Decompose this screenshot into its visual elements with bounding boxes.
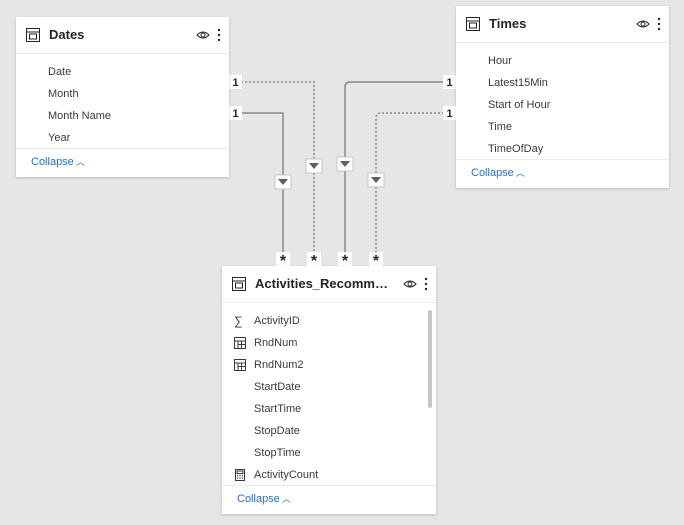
field-row[interactable]: Date xyxy=(16,61,229,83)
table-title: Activities_Recommen... xyxy=(255,276,395,291)
field-row[interactable]: StartDate xyxy=(222,376,436,398)
one-marker-text: 1 xyxy=(446,108,452,120)
field-label: Date xyxy=(48,66,72,78)
field-row[interactable]: Latest15Min xyxy=(456,72,669,94)
field-row[interactable]: Time xyxy=(456,116,669,138)
sigma-icon: ∑ xyxy=(234,314,243,328)
one-marker-text: 1 xyxy=(232,108,238,120)
one-marker: 1 xyxy=(443,75,456,89)
filter-direction-icon xyxy=(305,158,323,174)
eye-icon[interactable] xyxy=(635,15,651,33)
field-label: Month Name xyxy=(48,110,111,122)
field-row[interactable]: Start of Hour xyxy=(456,94,669,116)
field-list: Date Month Month Name Year xyxy=(16,61,229,149)
field-label: Month xyxy=(48,88,79,100)
calc-column-icon xyxy=(234,359,246,371)
card-footer: Collapse ︿ xyxy=(222,485,436,514)
table-icon xyxy=(466,17,480,31)
one-marker-text: 1 xyxy=(446,77,452,89)
more-options-icon[interactable] xyxy=(651,15,667,33)
eye-icon[interactable] xyxy=(195,26,211,44)
relationship-times-dotted[interactable] xyxy=(375,112,456,253)
field-label: TimeOfDay xyxy=(488,143,544,155)
field-list: Hour Latest15Min Start of Hour Time Time… xyxy=(456,50,669,160)
filter-direction-icon xyxy=(336,156,354,172)
chevron-up-icon: ︿ xyxy=(75,157,85,167)
calc-column-icon xyxy=(234,337,246,349)
field-row[interactable]: StopDate xyxy=(222,420,436,442)
eye-icon[interactable] xyxy=(402,275,418,293)
field-row[interactable]: Year xyxy=(16,127,229,149)
one-marker-text: 1 xyxy=(232,77,238,89)
field-label: StartTime xyxy=(254,403,302,415)
field-row[interactable]: ActivityCount xyxy=(222,464,436,486)
relationship-dates-solid[interactable] xyxy=(229,112,284,253)
collapse-label: Collapse xyxy=(237,493,280,505)
field-row[interactable]: StopTime xyxy=(222,442,436,464)
filter-direction-icon xyxy=(367,172,385,188)
card-footer: Collapse ︿ xyxy=(456,159,669,188)
collapse-link[interactable]: Collapse ︿ xyxy=(31,155,85,168)
chevron-up-icon: ︿ xyxy=(515,168,525,178)
calculator-icon xyxy=(235,469,245,481)
field-label: StopDate xyxy=(254,425,300,437)
field-label: RndNum xyxy=(254,337,298,349)
field-row[interactable]: Month xyxy=(16,83,229,105)
table-icon xyxy=(232,277,246,291)
field-label: ActivityCount xyxy=(254,469,319,481)
chevron-up-icon: ︿ xyxy=(281,494,291,504)
table-header[interactable]: Activities_Recommen... xyxy=(222,266,436,303)
filter-direction-icon xyxy=(274,174,292,190)
collapse-label: Collapse xyxy=(31,156,74,168)
field-row[interactable]: RndNum xyxy=(222,332,436,354)
table-title: Times xyxy=(489,16,527,31)
field-row[interactable]: Hour xyxy=(456,50,669,72)
table-card-activities[interactable]: Activities_Recommen... ∑ ActivityID RndN… xyxy=(222,266,436,514)
table-card-dates[interactable]: Dates Date Month Month Name Year Collaps… xyxy=(16,17,229,177)
scrollbar[interactable] xyxy=(428,310,432,408)
field-row[interactable]: StartTime xyxy=(222,398,436,420)
one-marker: 1 xyxy=(443,106,456,120)
field-label: Latest15Min xyxy=(488,77,548,89)
more-options-icon[interactable] xyxy=(211,26,227,44)
table-title: Dates xyxy=(49,27,85,42)
field-row[interactable]: RndNum2 xyxy=(222,354,436,376)
card-footer: Collapse ︿ xyxy=(16,148,229,177)
field-label: StopTime xyxy=(254,447,301,459)
table-header[interactable]: Dates xyxy=(16,17,229,54)
table-icon xyxy=(26,28,40,42)
field-label: Start of Hour xyxy=(488,99,551,111)
more-options-icon[interactable] xyxy=(418,275,434,293)
collapse-label: Collapse xyxy=(471,167,514,179)
field-label: Time xyxy=(488,121,513,133)
relationship-dates-dotted[interactable] xyxy=(229,81,315,253)
field-label: StartDate xyxy=(254,381,301,393)
collapse-link[interactable]: Collapse ︿ xyxy=(237,492,291,505)
collapse-link[interactable]: Collapse ︿ xyxy=(471,166,525,179)
field-label: Year xyxy=(48,132,71,144)
relationship-times-solid[interactable] xyxy=(344,81,456,253)
table-card-times[interactable]: Times Hour Latest15Min Start of Hour Tim… xyxy=(456,6,669,188)
field-row[interactable]: ∑ ActivityID xyxy=(222,310,436,332)
table-header[interactable]: Times xyxy=(456,6,669,43)
field-list: ∑ ActivityID RndNum RndNum2 StartDate St… xyxy=(222,310,436,486)
field-label: Hour xyxy=(488,55,512,67)
field-row[interactable]: TimeOfDay xyxy=(456,138,669,160)
one-marker: 1 xyxy=(229,106,242,120)
model-canvas[interactable]: 1 1 1 1 * * * * Dates Date Month Month N… xyxy=(0,0,684,525)
field-label: RndNum2 xyxy=(254,359,304,371)
field-label: ActivityID xyxy=(254,315,300,327)
field-row[interactable]: Month Name xyxy=(16,105,229,127)
one-marker: 1 xyxy=(229,75,242,89)
